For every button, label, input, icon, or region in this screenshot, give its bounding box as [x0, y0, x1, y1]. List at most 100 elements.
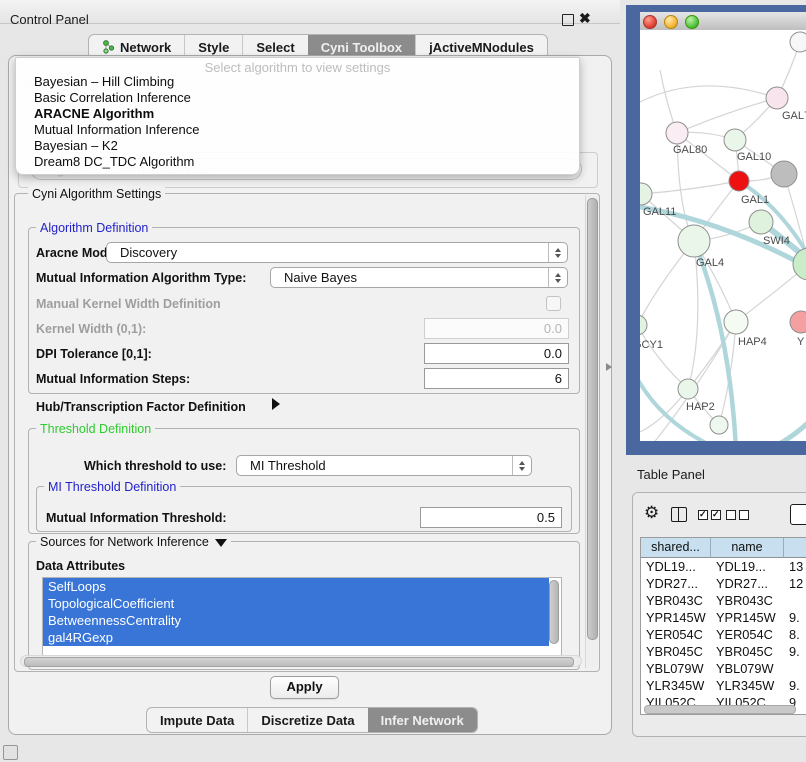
deselect-all-icon[interactable]: [726, 510, 749, 520]
select-all-icon[interactable]: [698, 510, 721, 520]
node-label-hap4: HAP4: [738, 336, 767, 348]
network-node-gcy1[interactable]: [640, 315, 647, 335]
list-scrollbar-thumb[interactable]: [549, 580, 559, 644]
tab-label: Network: [120, 40, 171, 55]
network-node-swi4[interactable]: [749, 210, 773, 234]
network-node-gal7[interactable]: [766, 87, 788, 109]
node-label-gal11: GAL11: [643, 206, 676, 218]
sources-title[interactable]: Sources for Network Inference: [36, 535, 231, 549]
algorithm-option-basic-correlation-inference[interactable]: Basic Correlation Inference: [34, 90, 569, 106]
mi-steps-label: Mutual Information Steps:: [36, 372, 190, 386]
network-window-titlebar[interactable]: [640, 12, 806, 31]
mi-steps-input[interactable]: 6: [424, 368, 569, 389]
threshold-definition-title: Threshold Definition: [36, 422, 155, 436]
mi-type-value: Naive Bayes: [284, 268, 357, 287]
settings-hscrollbar-thumb[interactable]: [24, 657, 574, 667]
network-edge-thick[interactable]: [758, 415, 806, 441]
node-label-gal7: GAL7: [782, 110, 806, 122]
network-node-gal1[interactable]: [729, 171, 749, 191]
table-row[interactable]: YBR043CYBR043C: [641, 592, 806, 609]
network-node[interactable]: [710, 416, 728, 434]
network-node-gal10[interactable]: [724, 129, 746, 151]
table-cell: YBR045C: [641, 643, 711, 660]
tab-infer-network[interactable]: Infer Network: [368, 708, 477, 732]
network-canvas[interactable]: GAL7GAL80GAL10GAL1GAL11SWI4GAL4GCY1HAP4Y…: [640, 30, 806, 441]
table-row[interactable]: YDL19...YDL19...13: [641, 558, 806, 575]
table-cell: YBL079W: [711, 660, 784, 677]
network-edge[interactable]: [640, 86, 777, 102]
column-header-a[interactable]: A: [784, 538, 806, 558]
app-screen: Control Panel ✖ NetworkStyleSelectCyni T…: [0, 0, 806, 762]
network-node-hap4[interactable]: [724, 310, 748, 334]
minimize-window-icon[interactable]: [664, 15, 678, 29]
apply-button[interactable]: Apply: [270, 676, 339, 699]
network-node[interactable]: [771, 161, 797, 187]
column-header-shared[interactable]: shared...: [641, 538, 711, 558]
table-cell: [784, 660, 806, 677]
which-threshold-value: MI Threshold: [250, 456, 326, 475]
table-row[interactable]: YBL079WYBL079W: [641, 660, 806, 677]
zoom-window-icon[interactable]: [685, 15, 699, 29]
dpi-tolerance-label: DPI Tolerance [0,1]:: [36, 347, 152, 361]
aracne-mode-combo[interactable]: Discovery: [106, 242, 568, 263]
table-cell: 12: [784, 575, 806, 592]
table-hscrollbar-thumb[interactable]: [644, 705, 796, 714]
node-label-gal1: GAL1: [741, 194, 769, 206]
table-row[interactable]: YPR145WYPR145W9.: [641, 609, 806, 626]
table-cell: 9.: [784, 609, 806, 626]
stepper-icon[interactable]: [512, 456, 531, 475]
minimized-panel-icon[interactable]: [3, 745, 18, 760]
algorithm-option-bayesian-k2[interactable]: Bayesian – K2: [34, 138, 569, 154]
settings-scrollbar-thumb[interactable]: [587, 198, 598, 640]
sources-title-text: Sources for Network Inference: [40, 535, 209, 549]
attribute-item-gal4rgexp[interactable]: gal4RGexp: [43, 629, 549, 646]
attribute-item-selfloops[interactable]: SelfLoops: [43, 578, 549, 595]
table-cell: YER054C: [641, 626, 711, 643]
network-node-hap2[interactable]: [678, 379, 698, 399]
algorithm-option-aracne-algorithm[interactable]: ARACNE Algorithm: [34, 106, 569, 122]
manual-kernel-checkbox[interactable]: [546, 296, 561, 311]
collapse-arrow-icon[interactable]: [215, 539, 227, 547]
tab-label: Cyni Toolbox: [321, 40, 402, 55]
node-label-gal4: GAL4: [696, 257, 724, 269]
algorithm-option-mutual-information-inference[interactable]: Mutual Information Inference: [34, 122, 569, 138]
splitter-collapse-icon[interactable]: [606, 363, 612, 371]
algorithm-option-dream8-dc-tdc-algorithm[interactable]: Dream8 DC_TDC Algorithm: [34, 154, 569, 170]
node-table: shared...nameA YDL19...YDL19...13YDR27..…: [640, 537, 806, 715]
algorithm-dropdown-prompt: Select algorithm to view settings: [16, 60, 579, 75]
network-node-gal4[interactable]: [678, 225, 710, 257]
table-row[interactable]: YBR045CYBR045C9.: [641, 643, 806, 660]
network-node-y[interactable]: [790, 311, 806, 333]
function-builder-icon[interactable]: [790, 504, 806, 525]
algorithm-option-bayesian-hill-climbing[interactable]: Bayesian – Hill Climbing: [34, 74, 569, 90]
control-panel-titlebar: Control Panel ✖: [0, 0, 620, 24]
column-header-name[interactable]: name: [711, 538, 784, 558]
close-window-icon[interactable]: [643, 15, 657, 29]
table-row[interactable]: YER054CYER054C8.: [641, 626, 806, 643]
attribute-item-topologicalcoefficient[interactable]: TopologicalCoefficient: [43, 595, 549, 612]
which-threshold-combo[interactable]: MI Threshold: [236, 455, 532, 476]
float-panel-icon[interactable]: [562, 14, 574, 26]
tab-impute-data[interactable]: Impute Data: [147, 708, 247, 732]
network-edge[interactable]: [640, 325, 688, 389]
dpi-tolerance-input[interactable]: 0.0: [424, 343, 569, 364]
gear-icon[interactable]: ⚙: [644, 503, 659, 523]
table-row[interactable]: YLR345WYLR345W9.: [641, 677, 806, 694]
table-row[interactable]: YDR27...YDR27...12: [641, 575, 806, 592]
tab-discretize-data[interactable]: Discretize Data: [247, 708, 367, 732]
attribute-item-betweennesscentrality[interactable]: BetweennessCentrality: [43, 612, 549, 629]
network-node[interactable]: [790, 32, 806, 52]
stepper-icon[interactable]: [548, 243, 567, 262]
close-panel-icon[interactable]: ✖: [579, 10, 591, 27]
network-edge[interactable]: [641, 181, 739, 194]
expand-arrow-icon[interactable]: [272, 398, 280, 410]
mi-type-combo[interactable]: Naive Bayes: [270, 267, 568, 288]
mi-type-label: Mutual Information Algorithm Type:: [36, 271, 246, 285]
show-columns-icon[interactable]: [671, 507, 687, 522]
stepper-icon[interactable]: [548, 268, 567, 287]
kernel-width-input[interactable]: 0.0: [424, 318, 569, 339]
network-node-gal80[interactable]: [666, 122, 688, 144]
mi-threshold-input[interactable]: 0.5: [420, 507, 562, 528]
table-cell: YBR043C: [711, 592, 784, 609]
network-edge[interactable]: [677, 98, 777, 133]
